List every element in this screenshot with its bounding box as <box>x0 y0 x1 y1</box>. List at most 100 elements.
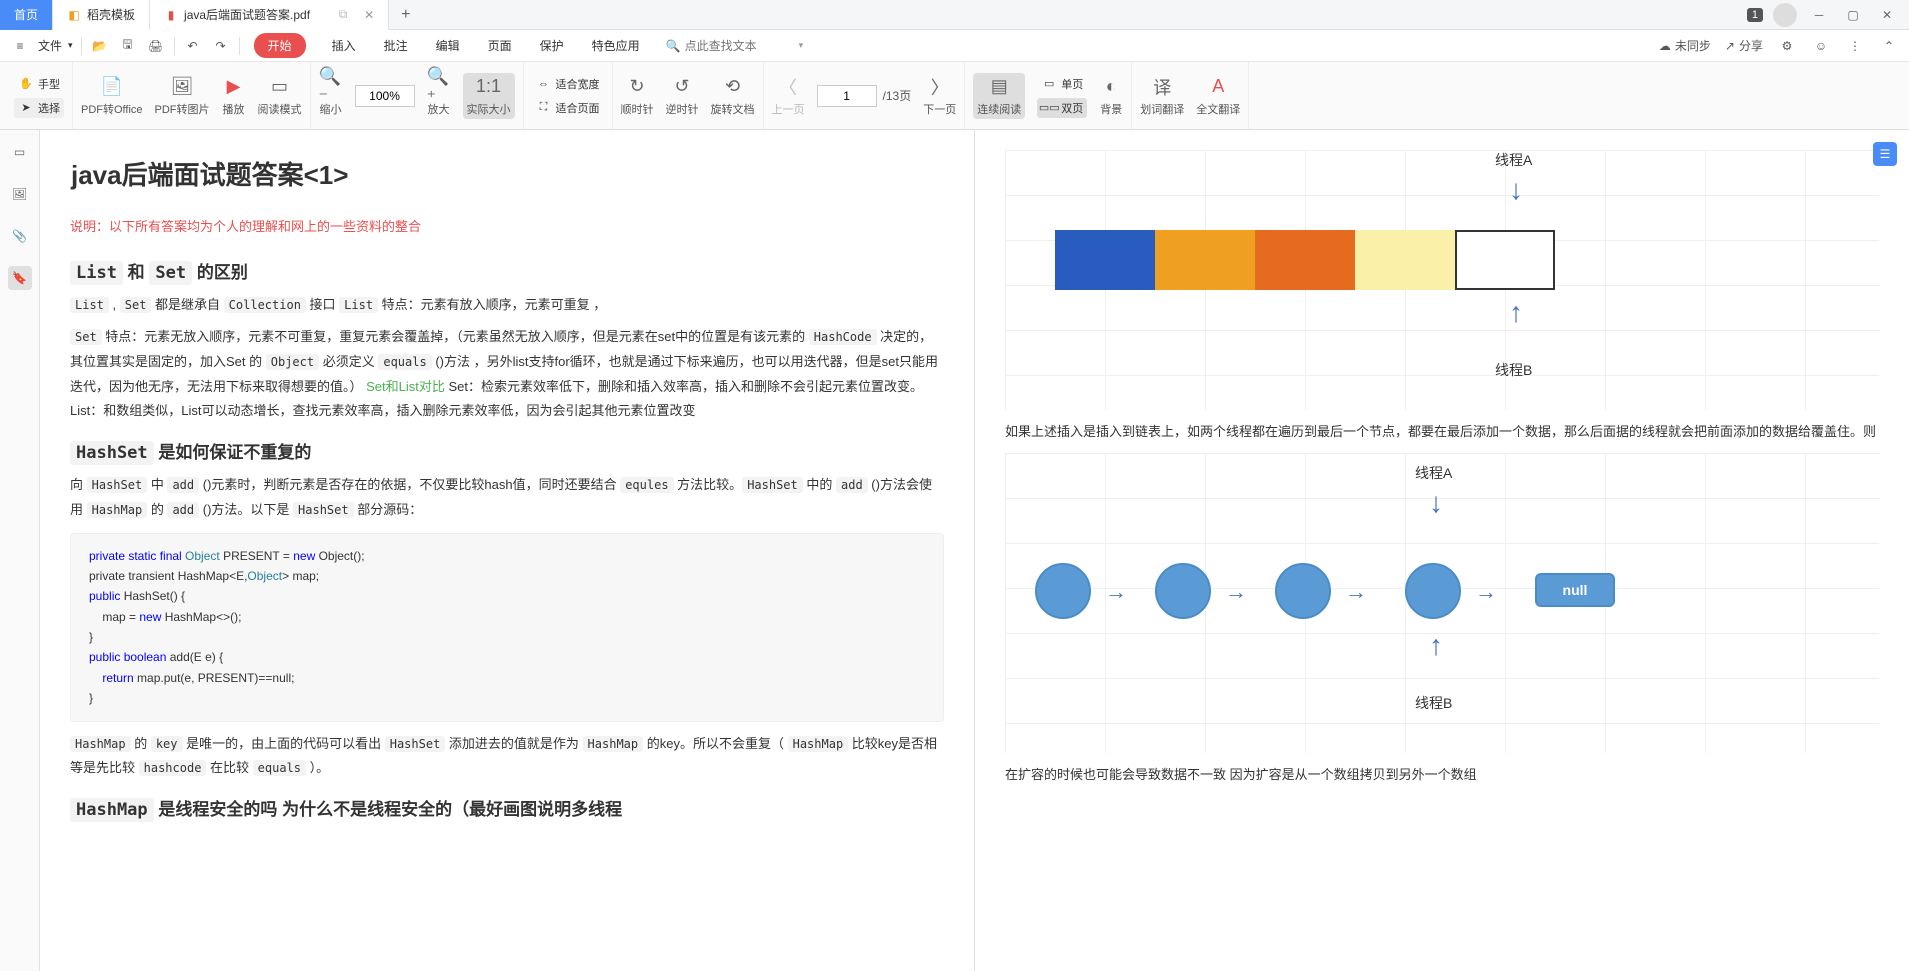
select-tool[interactable]: ➤选择 <box>14 98 64 118</box>
full-translate[interactable]: A全文翻译 <box>1196 75 1240 117</box>
avatar-icon[interactable] <box>1773 3 1797 27</box>
pdf-to-office[interactable]: 📄PDF转Office <box>81 75 143 117</box>
menu-bar: ≡ 文件▾ 📂 🖫 🖨 ↶ ↷ 开始 插入 批注 编辑 页面 保护 特色应用 🔍… <box>0 30 1909 62</box>
paragraph: Set 特点：元素无放入顺序，元素不可重复，重复元素会覆盖掉，（元素虽然无放入顺… <box>70 325 944 424</box>
rotate-icon: ⟲ <box>721 75 745 99</box>
read-mode[interactable]: ▭阅读模式 <box>258 75 302 117</box>
heading-hashmap: HashMap 是线程安全的吗 为什么不是线程安全的（最好画图说明多线程 <box>70 795 944 820</box>
page-total: /13页 <box>883 87 912 104</box>
play-icon: ▶ <box>222 75 246 99</box>
next-page[interactable]: 〉下一页 <box>923 75 956 117</box>
node-circle <box>1155 563 1211 619</box>
fit-page[interactable]: ⛶适合页面 <box>532 98 604 118</box>
prev-page[interactable]: 〈上一页 <box>772 75 805 117</box>
menu-start[interactable]: 开始 <box>254 33 306 58</box>
save-icon[interactable]: 🖫 <box>118 36 138 56</box>
tab-home[interactable]: 首页 <box>0 0 53 30</box>
left-sidebar: ▭ 🖼 📎 🔖 <box>0 130 40 971</box>
rotate-cw[interactable]: ↻顺时针 <box>621 75 654 117</box>
book-icon: ▭ <box>268 75 292 99</box>
heading-list-set: List 和 Set 的区别 <box>70 258 944 283</box>
menu-edit[interactable]: 编辑 <box>434 33 462 58</box>
search-box[interactable]: 🔍 ▾ <box>666 39 803 53</box>
sync-status[interactable]: ☁未同步 <box>1659 37 1711 54</box>
menu-annotate[interactable]: 批注 <box>382 33 410 58</box>
next-icon: 〉 <box>928 75 952 99</box>
close-icon[interactable]: ✕ <box>364 8 374 22</box>
share-button[interactable]: ↗分享 <box>1725 37 1763 54</box>
add-tab-button[interactable]: + <box>389 6 422 24</box>
search-icon: 🔍 <box>666 39 681 53</box>
hand-tool[interactable]: ✋手型 <box>14 74 64 94</box>
share-icon: ↗ <box>1725 39 1735 53</box>
undo-icon[interactable]: ↶ <box>183 36 203 56</box>
cw-icon: ↻ <box>625 75 649 99</box>
emoji-icon[interactable]: ☺ <box>1811 36 1831 56</box>
label-thread-b2: 线程B <box>1415 693 1452 713</box>
node-circle <box>1035 563 1091 619</box>
box-blue <box>1055 230 1155 290</box>
search-input[interactable] <box>685 39 795 53</box>
template-icon: ◧ <box>67 8 81 22</box>
menu-special[interactable]: 特色应用 <box>590 33 642 58</box>
double-page[interactable]: ▭▭双页 <box>1037 98 1087 118</box>
menu-icon[interactable]: ≡ <box>10 36 30 56</box>
attachment-icon[interactable]: 📎 <box>8 224 32 248</box>
notification-badge[interactable]: 1 <box>1747 8 1763 22</box>
zoom-input[interactable] <box>355 85 415 107</box>
redo-icon[interactable]: ↷ <box>211 36 231 56</box>
arrow-down-icon: ↓ <box>1509 174 1523 206</box>
play-button[interactable]: ▶播放 <box>222 75 246 117</box>
maximize-icon[interactable]: ▢ <box>1841 3 1865 27</box>
rotate-doc[interactable]: ⟲旋转文档 <box>711 75 755 117</box>
continuous-read[interactable]: ▤连续阅读 <box>973 73 1025 119</box>
menu-page[interactable]: 页面 <box>486 33 514 58</box>
bookmark-icon[interactable]: 🔖 <box>8 266 32 290</box>
window-close-icon[interactable]: ✕ <box>1875 3 1899 27</box>
zoomout-icon: 🔍⁻ <box>319 75 343 99</box>
fitpage-icon: ⛶ <box>536 100 552 116</box>
continuous-icon: ▤ <box>987 75 1011 99</box>
fitwidth-icon: ⇔ <box>536 76 552 92</box>
zoom-out[interactable]: 🔍⁻缩小 <box>319 75 343 117</box>
minimize-icon[interactable]: ─ <box>1807 3 1831 27</box>
fulltrans-icon: A <box>1206 75 1230 99</box>
tab-document[interactable]: ▮ java后端面试题答案.pdf ⧉ ✕ <box>150 0 389 30</box>
cloud-icon: ☁ <box>1659 39 1671 53</box>
settings-icon[interactable]: ⚙ <box>1777 36 1797 56</box>
fit-width[interactable]: ⇔适合宽度 <box>532 74 604 94</box>
open-icon[interactable]: 📂 <box>90 36 110 56</box>
word-translate[interactable]: 译划词翻译 <box>1140 75 1184 117</box>
detach-icon[interactable]: ⧉ <box>336 8 350 22</box>
arrow-right-icon: → <box>1475 579 1497 605</box>
node-circle <box>1275 563 1331 619</box>
pdf-to-image[interactable]: 🖼PDF转图片 <box>155 75 210 117</box>
actual-size[interactable]: 1:1实际大小 <box>463 73 515 119</box>
null-node: null <box>1535 573 1615 607</box>
page-input[interactable] <box>817 85 877 107</box>
float-tool-icon[interactable]: ☰ <box>1873 142 1897 166</box>
pdf-icon: ▮ <box>164 8 178 22</box>
file-menu[interactable]: 文件▾ <box>38 37 73 54</box>
label-thread-b: 线程B <box>1495 360 1532 380</box>
convert-icon: 📄 <box>100 75 124 99</box>
tab-bar: 首页 ◧ 稻壳模板 ▮ java后端面试题答案.pdf ⧉ ✕ + 1 ─ ▢ … <box>0 0 1909 30</box>
single-page[interactable]: ▭单页 <box>1037 74 1087 94</box>
right-footer: 在扩容的时候也可能会导致数据不一致 因为扩容是从一个数组拷贝到另外一个数组 <box>1005 763 1879 786</box>
menu-protect[interactable]: 保护 <box>538 33 566 58</box>
arrow-right-icon: → <box>1105 579 1127 605</box>
thumbnail-icon[interactable]: 🖼 <box>8 182 32 206</box>
more-icon[interactable]: ⋮ <box>1845 36 1865 56</box>
zoomin-icon: 🔍⁺ <box>427 75 451 99</box>
collapse-icon[interactable]: ⌃ <box>1879 36 1899 56</box>
menu-insert[interactable]: 插入 <box>330 33 358 58</box>
label-thread-a: 线程A <box>1495 150 1532 170</box>
tab-template[interactable]: ◧ 稻壳模板 <box>53 0 150 30</box>
print-icon[interactable]: 🖨 <box>146 36 166 56</box>
background[interactable]: ◐背景 <box>1099 75 1123 117</box>
zoom-in[interactable]: 🔍⁺放大 <box>427 75 451 117</box>
actualsize-icon: 1:1 <box>477 75 501 99</box>
right-desc: 如果上述插入是插入到链表上，如两个线程都在遍历到最后一个节点，都要在最后添加一个… <box>1005 420 1879 443</box>
outline-icon[interactable]: ▭ <box>8 140 32 164</box>
rotate-ccw[interactable]: ↺逆时针 <box>666 75 699 117</box>
